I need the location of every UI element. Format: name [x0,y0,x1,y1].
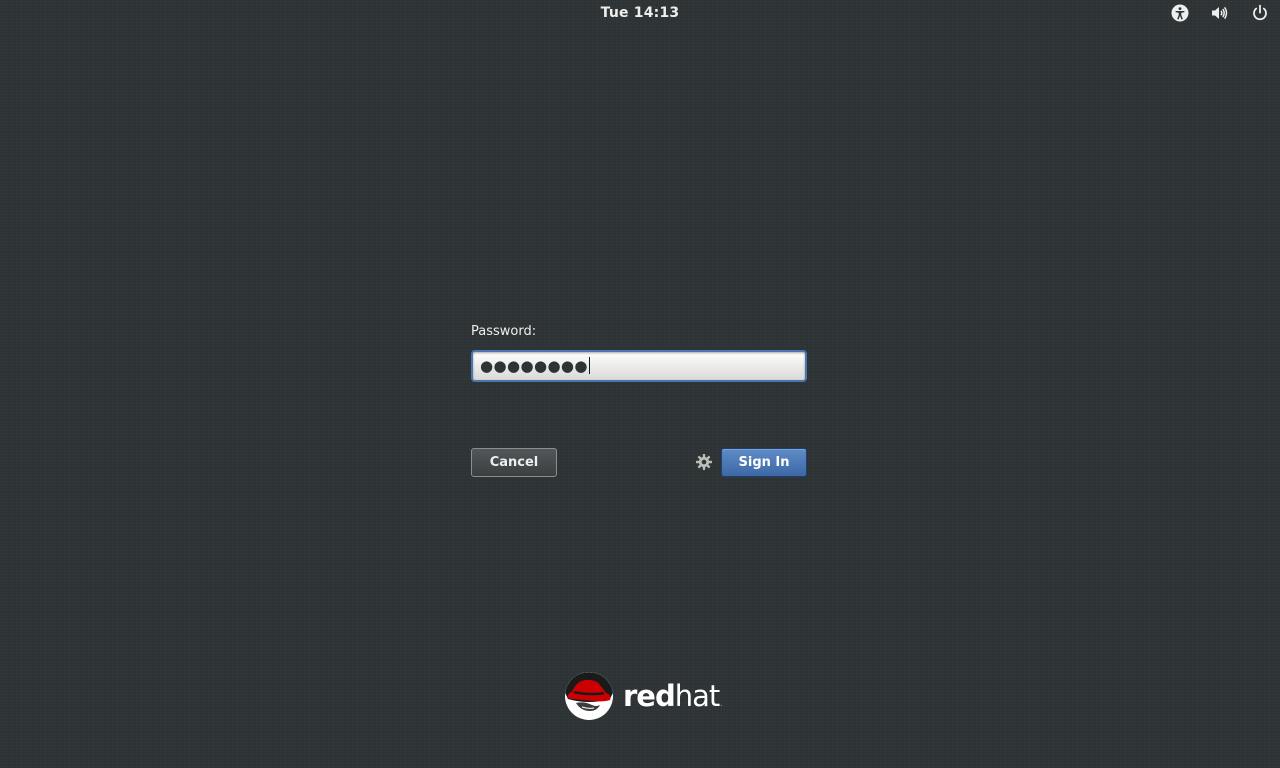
logo-text-red: red [623,679,676,713]
sign-in-button[interactable]: Sign In [721,448,807,477]
logo-trademark: . [720,701,723,708]
password-label: Password: [471,324,537,339]
password-dots: ●●●●●●●● [480,357,588,375]
text-caret [588,357,590,374]
password-field[interactable]: ●●●●●●●● [471,350,807,382]
shadowman-logo-icon [564,671,614,721]
volume-icon[interactable] [1210,4,1228,22]
top-bar: Tue 14:13 [0,0,1280,27]
logo-text-hat: hat [674,679,721,713]
password-value: ●●●●●●●● [480,356,590,376]
login-dialog: Password: ●●●●●●●● Cancel Sign In [471,323,807,477]
accessibility-icon[interactable] [1171,4,1189,22]
power-icon[interactable] [1251,4,1269,22]
clock[interactable]: Tue 14:13 [0,5,1280,21]
redhat-logo: redhat. [564,671,724,723]
gear-icon[interactable] [695,453,713,471]
cancel-button[interactable]: Cancel [471,448,557,477]
redhat-wordmark: redhat. [623,677,722,724]
